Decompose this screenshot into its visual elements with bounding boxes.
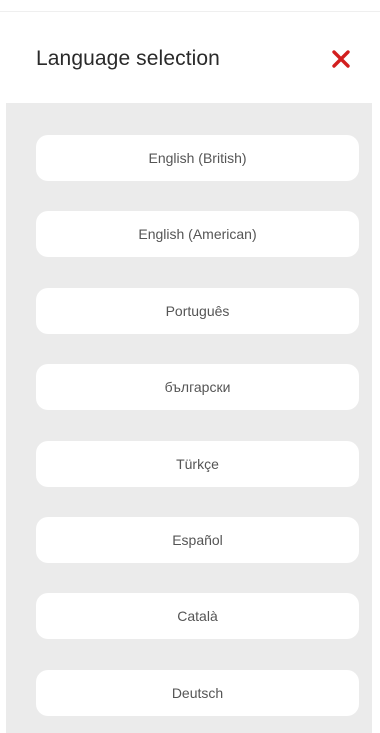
close-icon [332, 50, 350, 68]
language-option-catala[interactable]: Català [36, 593, 359, 639]
language-option-espanol[interactable]: Español [36, 517, 359, 563]
close-button[interactable] [327, 45, 355, 73]
language-list: English (British) English (American) Por… [6, 103, 372, 733]
language-option-deutsch[interactable]: Deutsch [36, 670, 359, 716]
language-option-portugues[interactable]: Português [36, 288, 359, 334]
language-option-bulgarian[interactable]: български [36, 364, 359, 410]
language-selection-screen: Language selection English (British) Eng… [0, 0, 380, 733]
language-option-turkce[interactable]: Türkçe [36, 441, 359, 487]
language-option-english-british[interactable]: English (British) [36, 135, 359, 181]
language-option-english-american[interactable]: English (American) [36, 211, 359, 257]
page-title: Language selection [36, 47, 220, 70]
header: Language selection [0, 12, 380, 103]
